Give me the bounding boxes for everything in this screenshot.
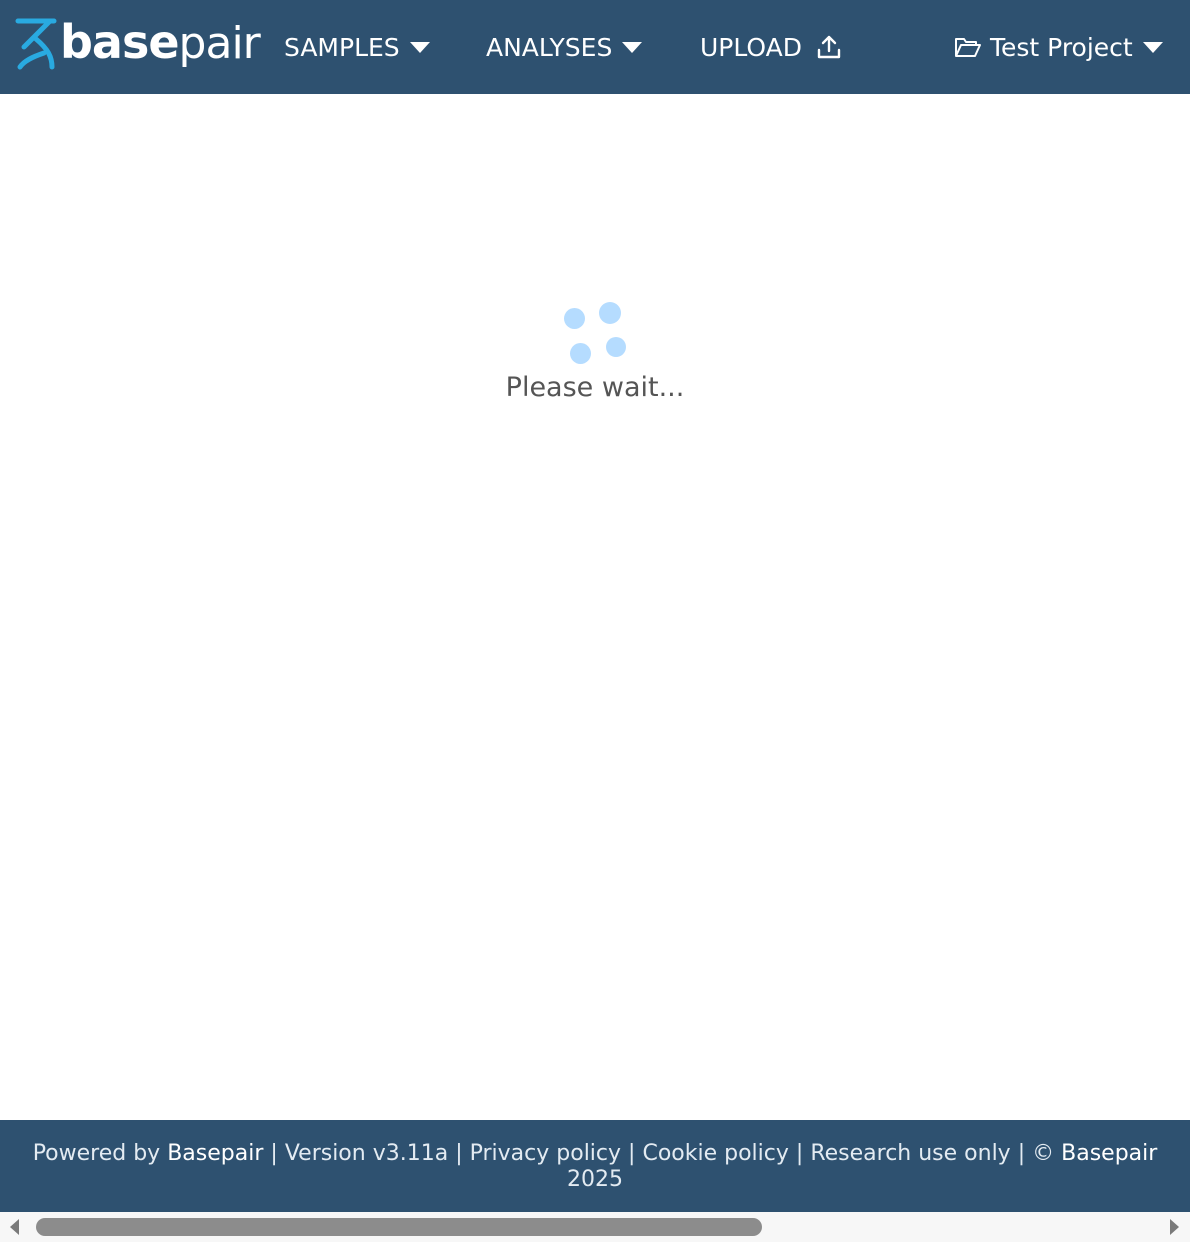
loading-message: Please wait...	[505, 372, 685, 403]
logo-wordmark: basepair	[60, 14, 261, 72]
top-navbar: basepair SAMPLES ANALYSES UPLOAD Test Pr…	[0, 0, 1190, 94]
caret-down-icon	[622, 41, 643, 53]
nav-upload[interactable]: UPLOAD	[700, 28, 842, 66]
logo-text-bold: base	[60, 15, 180, 69]
caret-down-icon	[1142, 41, 1163, 53]
nav-samples[interactable]: SAMPLES	[284, 28, 430, 66]
footer-year: 2025	[567, 1167, 623, 1192]
footer-cookie-link[interactable]: Cookie policy	[642, 1141, 788, 1166]
copyright-symbol: ©	[1032, 1141, 1055, 1166]
upload-icon	[817, 35, 841, 59]
footer-copyright-link[interactable]: Basepair	[1061, 1141, 1157, 1166]
footer-basepair-link[interactable]: Basepair	[167, 1141, 263, 1166]
dna-helix-icon	[15, 18, 57, 70]
footer-separator: |	[1017, 1141, 1026, 1166]
main-content: Please wait...	[0, 94, 1190, 1120]
footer-separator: |	[455, 1141, 463, 1166]
caret-down-icon	[409, 41, 430, 53]
nav-analyses-label: ANALYSES	[486, 32, 613, 62]
scroll-right-arrow-icon[interactable]	[1170, 1219, 1179, 1235]
basepair-logo[interactable]: basepair	[14, 8, 261, 78]
spinner-dot	[606, 337, 626, 357]
footer-separator: |	[270, 1141, 278, 1166]
project-name: Test Project	[990, 32, 1133, 62]
spinner-dot	[564, 308, 585, 329]
spinner-dot	[599, 302, 621, 324]
folder-open-icon	[955, 38, 981, 57]
page-footer: Powered by Basepair | Version v3.11a | P…	[0, 1120, 1190, 1212]
loading-spinner	[560, 300, 632, 366]
footer-privacy-link[interactable]: Privacy policy	[470, 1141, 621, 1166]
footer-powered-by: Powered by	[32, 1141, 161, 1166]
nav-analyses[interactable]: ANALYSES	[486, 28, 643, 66]
scroll-left-arrow-icon[interactable]	[10, 1219, 19, 1235]
scrollbar-thumb[interactable]	[36, 1218, 762, 1236]
footer-version: Version v3.11a	[284, 1141, 449, 1166]
spinner-dot	[570, 343, 591, 364]
horizontal-scrollbar[interactable]	[0, 1212, 1190, 1242]
footer-separator: |	[628, 1141, 636, 1166]
footer-research-notice: Research use only	[810, 1141, 1011, 1166]
logo-text-light: pair	[178, 18, 261, 69]
footer-separator: |	[795, 1141, 804, 1166]
nav-upload-label: UPLOAD	[700, 32, 803, 62]
nav-samples-label: SAMPLES	[284, 32, 400, 62]
project-selector[interactable]: Test Project	[954, 28, 1163, 66]
